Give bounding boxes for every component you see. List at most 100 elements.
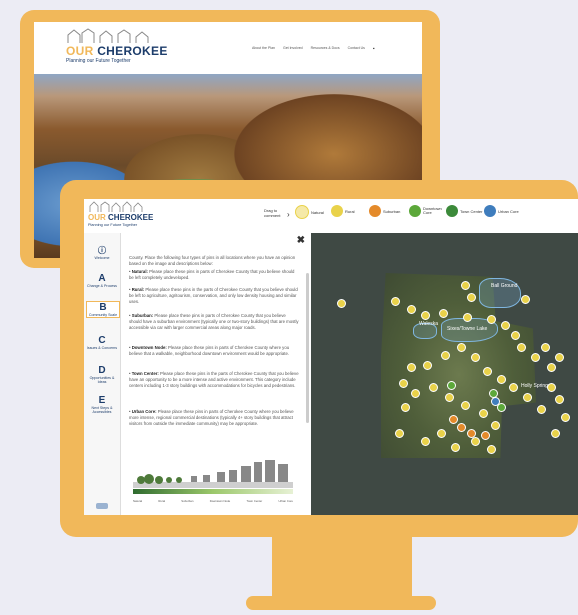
pin-category-downtown[interactable]: Downtown Core	[409, 205, 442, 217]
map-pin[interactable]	[461, 401, 470, 410]
map-pin[interactable]	[471, 353, 480, 362]
map-pin[interactable]	[517, 343, 526, 352]
map-pin[interactable]	[555, 395, 564, 404]
map-pin[interactable]	[555, 353, 564, 362]
map-pin[interactable]	[441, 351, 450, 360]
panel-scrollbar[interactable]	[306, 273, 309, 423]
map-pin[interactable]	[497, 375, 506, 384]
back-nav-item[interactable]: About the Plan	[252, 46, 275, 52]
map-pin[interactable]	[501, 321, 510, 330]
map-pin[interactable]	[399, 379, 408, 388]
bullet-natural: • Natural: Please place these pins in pa…	[129, 269, 295, 281]
pin-category-label: Suburban	[383, 208, 401, 214]
section-nav: ⓘ Welcome A Change & Process B Community…	[84, 233, 121, 515]
map-pin[interactable]	[445, 393, 454, 402]
map-pin[interactable]	[547, 363, 556, 372]
nav-item-letter: C	[98, 335, 106, 346]
bullet-text: Please place these pins in parts of Cher…	[129, 269, 295, 281]
pin-category-rural[interactable]: Rural	[331, 205, 355, 217]
map-pin[interactable]	[467, 429, 476, 438]
map-pin[interactable]	[457, 343, 466, 352]
map-label: Sixes/Towne Lake	[447, 326, 488, 332]
map-pin[interactable]	[439, 309, 448, 318]
nav-item-a[interactable]: A Change & Process	[86, 273, 118, 288]
back-nav-item[interactable]: Get Involved	[283, 46, 303, 52]
map-pin[interactable]	[483, 367, 492, 376]
nav-item-label: Opportunities & Ideas	[89, 376, 115, 384]
map-pin[interactable]	[423, 361, 432, 370]
county-map[interactable]: Ball Ground Waleska Sixes/Towne Lake Hol…	[311, 233, 578, 515]
nav-item-welcome[interactable]: ⓘ Welcome	[86, 245, 118, 260]
map-pin[interactable]	[337, 299, 346, 308]
bullet-term: Suburban:	[131, 313, 154, 318]
map-pin[interactable]	[447, 381, 456, 390]
map-pin[interactable]	[481, 431, 490, 440]
social-icon[interactable]: ▪	[373, 46, 375, 52]
back-nav-item[interactable]: Resources & Docs	[311, 46, 340, 52]
map-pin[interactable]	[449, 415, 458, 424]
nav-item-c[interactable]: C Issues & Concerns	[86, 335, 118, 350]
map-pin[interactable]	[463, 313, 472, 322]
map-pin[interactable]	[407, 363, 416, 372]
bullet-urban-core: • Urban Core: Please place these pins in…	[129, 409, 294, 427]
bullet-term: Natural:	[131, 269, 148, 274]
map-pin[interactable]	[479, 409, 488, 418]
map-pin[interactable]	[491, 421, 500, 430]
map-pin[interactable]	[509, 383, 518, 392]
map-pin[interactable]	[487, 445, 496, 454]
pin-category-suburban[interactable]: Suburban	[369, 205, 400, 217]
bullet-suburban: • Suburban: Please place these pins in p…	[129, 313, 299, 331]
map-pin[interactable]	[421, 311, 430, 320]
map-pin[interactable]	[561, 413, 570, 422]
map-pin[interactable]	[547, 383, 556, 392]
map-pin[interactable]	[395, 429, 404, 438]
pin-category-natural[interactable]: Natural	[295, 205, 324, 219]
transect-label: Downtown Node	[209, 499, 231, 503]
info-icon: ⓘ	[98, 246, 106, 255]
back-logo-tagline: Planning our Future Together	[66, 58, 131, 64]
nav-item-letter: B	[99, 302, 107, 313]
map-pin[interactable]	[391, 297, 400, 306]
pin-category-town-center[interactable]: Town Center	[446, 205, 482, 217]
pin-category-label: Town Center	[460, 208, 483, 214]
urban-core-pin-icon	[484, 205, 496, 217]
houses-logo-icon	[67, 28, 149, 43]
map-pin[interactable]	[451, 443, 460, 452]
nav-item-label: Change & Process	[87, 284, 117, 288]
close-icon[interactable]: ✖	[297, 235, 305, 246]
suburban-pin-icon	[369, 205, 381, 217]
map-pin[interactable]	[411, 389, 420, 398]
map-pin[interactable]	[467, 293, 476, 302]
map-pin[interactable]	[523, 393, 532, 402]
map-pin[interactable]	[421, 437, 430, 446]
map-pin[interactable]	[531, 353, 540, 362]
app-header: OUR CHEROKEE Planning our Future Togethe…	[84, 199, 578, 234]
map-pin[interactable]	[511, 331, 520, 340]
back-logo-title[interactable]: OUR CHEROKEE	[66, 44, 168, 58]
map-pin[interactable]	[491, 397, 500, 406]
map-pin[interactable]	[401, 403, 410, 412]
monitor-stand-neck	[272, 537, 412, 601]
houses-logo-icon	[89, 201, 143, 212]
back-nav-item[interactable]: Contact Us	[348, 46, 365, 52]
map-pin[interactable]	[461, 281, 470, 290]
app-logo-title[interactable]: OUR CHEROKEE	[88, 213, 153, 222]
map-pin[interactable]	[541, 343, 550, 352]
nav-item-b[interactable]: B Community Scale	[86, 301, 120, 318]
map-pin[interactable]	[521, 295, 530, 304]
pin-category-urban-core[interactable]: Urban Core	[484, 205, 519, 217]
map-pin[interactable]	[487, 315, 496, 324]
bullet-downtown: • Downtown Node: Please place these pins…	[129, 345, 290, 357]
bullet-town-center: • Town Center: Please place these pins i…	[129, 371, 299, 389]
map-pin[interactable]	[407, 305, 416, 314]
bullet-term: Town Center:	[131, 371, 159, 376]
nav-item-d[interactable]: D Opportunities & Ideas	[86, 365, 118, 384]
map-pin[interactable]	[537, 405, 546, 414]
map-pin[interactable]	[429, 383, 438, 392]
map-pin[interactable]	[471, 437, 480, 446]
map-pin[interactable]	[457, 423, 466, 432]
map-pin[interactable]	[551, 429, 560, 438]
map-pin[interactable]	[437, 429, 446, 438]
nav-item-e[interactable]: E Next Steps & Accessibles	[86, 395, 118, 414]
transect-label: Rural	[158, 499, 165, 503]
